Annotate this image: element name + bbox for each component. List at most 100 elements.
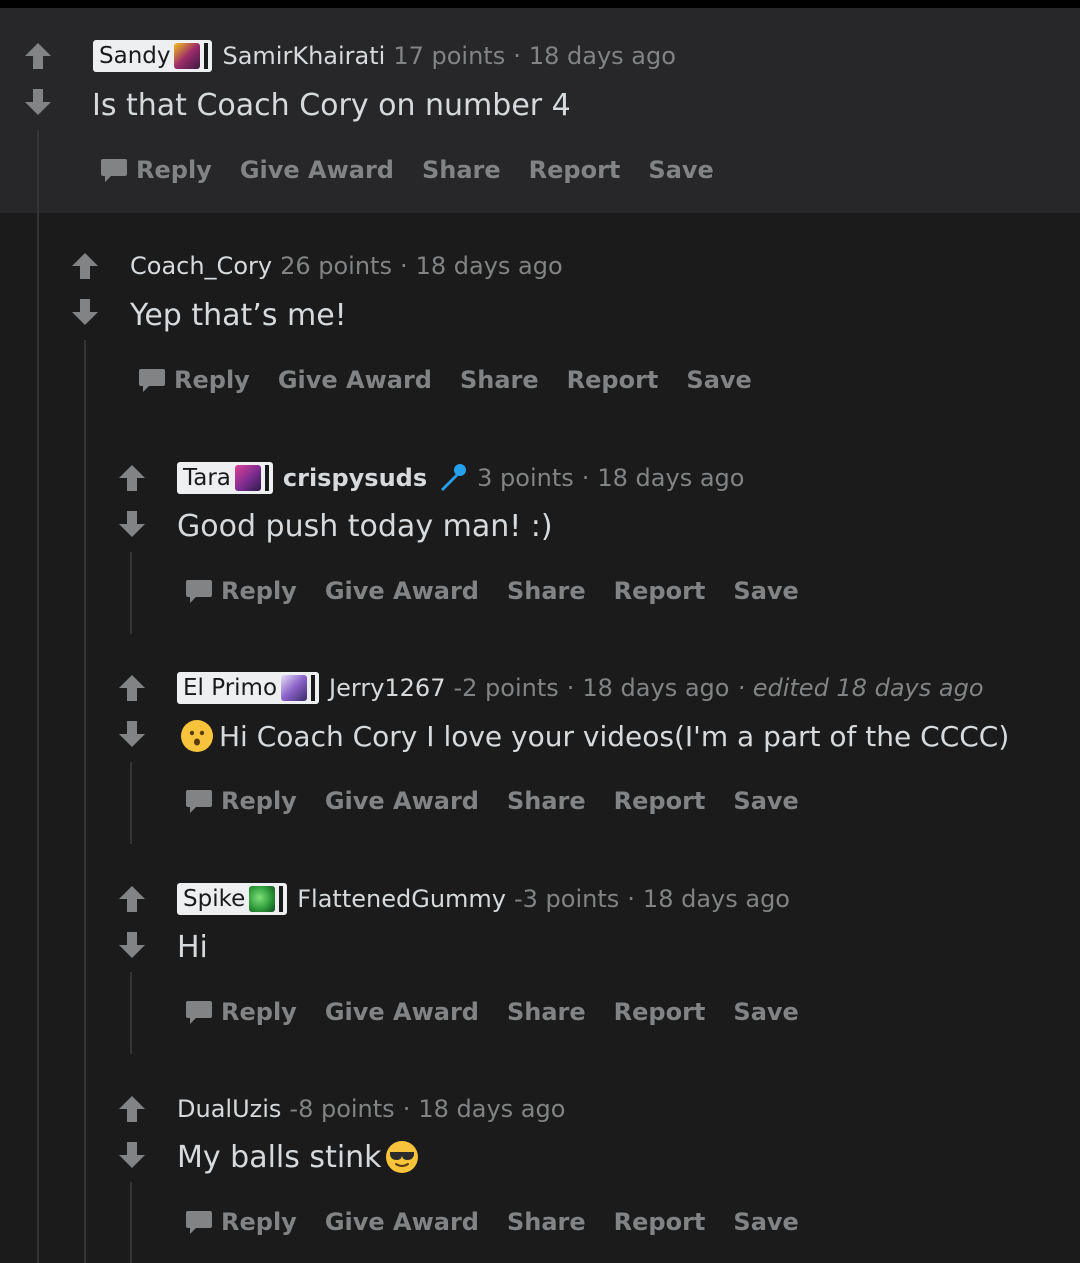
user-flair: El Primo bbox=[177, 672, 320, 704]
reply-button[interactable]: Reply bbox=[185, 577, 297, 605]
comment-text: My balls stink bbox=[177, 1139, 382, 1175]
flair-label: El Primo bbox=[183, 675, 278, 701]
save-button[interactable]: Save bbox=[733, 998, 798, 1026]
give-award-button[interactable]: Give Award bbox=[278, 366, 432, 394]
report-button[interactable]: Report bbox=[614, 998, 706, 1026]
share-button[interactable]: Share bbox=[422, 156, 501, 184]
comment-bubble-icon bbox=[186, 1001, 212, 1024]
comment-text: Hi bbox=[177, 929, 208, 965]
points: -3 points bbox=[514, 885, 620, 913]
microphone-icon bbox=[441, 464, 467, 491]
timestamp[interactable]: 18 days ago bbox=[597, 464, 744, 492]
top-edge bbox=[0, 0, 1080, 8]
comment-actions: Reply Give Award Share Report Save bbox=[185, 1202, 827, 1242]
thread-line-level-2[interactable] bbox=[130, 552, 132, 634]
give-award-button[interactable]: Give Award bbox=[325, 787, 479, 815]
give-award-button[interactable]: Give Award bbox=[325, 998, 479, 1026]
el-primo-avatar-icon bbox=[281, 675, 308, 701]
comment-meta: Tara crispysuds 3 points · 18 days ago bbox=[177, 460, 744, 496]
author-name[interactable]: Jerry1267 bbox=[329, 674, 445, 702]
report-button[interactable]: Report bbox=[614, 1208, 706, 1236]
downvote-icon[interactable] bbox=[22, 86, 54, 118]
upvote-icon[interactable] bbox=[69, 250, 101, 282]
comment-body: Hi bbox=[177, 926, 208, 968]
edited-note: · edited 18 days ago bbox=[737, 674, 984, 702]
points: 17 points bbox=[393, 42, 506, 70]
comment-bubble-icon bbox=[101, 159, 127, 182]
save-button[interactable]: Save bbox=[733, 787, 798, 815]
share-button[interactable]: Share bbox=[507, 787, 586, 815]
reply-button[interactable]: Reply bbox=[185, 998, 297, 1026]
upvote-icon[interactable] bbox=[116, 883, 148, 915]
reply-button[interactable]: Reply bbox=[185, 1208, 297, 1236]
share-button[interactable]: Share bbox=[460, 366, 539, 394]
upvote-icon[interactable] bbox=[116, 1093, 148, 1125]
share-button[interactable]: Share bbox=[507, 998, 586, 1026]
share-button[interactable]: Share bbox=[507, 1208, 586, 1236]
comment-body: My balls stink bbox=[177, 1136, 424, 1178]
reply-label: Reply bbox=[136, 156, 212, 184]
thread-line-level-2[interactable] bbox=[130, 762, 132, 844]
hushed-face-emoji-icon bbox=[181, 720, 213, 752]
comment-actions: Reply Give Award Share Report Save bbox=[138, 360, 780, 400]
flair-label: Spike bbox=[183, 886, 246, 912]
save-button[interactable]: Save bbox=[686, 366, 751, 394]
timestamp[interactable]: 18 days ago bbox=[418, 1095, 565, 1123]
comment-bubble-icon bbox=[186, 1211, 212, 1234]
report-button[interactable]: Report bbox=[614, 577, 706, 605]
thread-line-level-2[interactable] bbox=[130, 972, 132, 1054]
separator: · bbox=[513, 42, 521, 70]
reply-button[interactable]: Reply bbox=[138, 366, 250, 394]
timestamp[interactable]: 18 days ago bbox=[582, 674, 729, 702]
author-name[interactable]: DualUzis bbox=[177, 1095, 281, 1123]
reply-label: Reply bbox=[221, 577, 297, 605]
points: 3 points bbox=[477, 464, 574, 492]
comment-bubble-icon bbox=[186, 790, 212, 813]
author-name[interactable]: crispysuds bbox=[283, 464, 427, 492]
separator: · bbox=[581, 464, 590, 492]
author-name[interactable]: SamirKhairati bbox=[222, 42, 385, 70]
reply-button[interactable]: Reply bbox=[185, 787, 297, 815]
sunglasses-emoji-icon bbox=[385, 1141, 418, 1173]
give-award-button[interactable]: Give Award bbox=[325, 1208, 479, 1236]
upvote-icon[interactable] bbox=[116, 462, 148, 494]
downvote-icon[interactable] bbox=[116, 718, 148, 750]
comment-meta: El Primo Jerry1267 -2 points · 18 days a… bbox=[177, 670, 984, 706]
flair-label: Tara bbox=[183, 465, 231, 491]
downvote-icon[interactable] bbox=[116, 508, 148, 540]
timestamp[interactable]: 18 days ago bbox=[529, 42, 676, 70]
author-name[interactable]: FlattenedGummy bbox=[297, 885, 506, 913]
comment-actions: Reply Give Award Share Report Save bbox=[185, 781, 827, 821]
upvote-icon[interactable] bbox=[116, 672, 148, 704]
save-button[interactable]: Save bbox=[733, 577, 798, 605]
points: -2 points bbox=[453, 674, 559, 702]
author-name[interactable]: Coach_Cory bbox=[130, 252, 272, 280]
thread-line-level-1[interactable] bbox=[84, 340, 86, 1263]
reply-label: Reply bbox=[221, 787, 297, 815]
save-button[interactable]: Save bbox=[733, 1208, 798, 1236]
downvote-icon[interactable] bbox=[69, 296, 101, 328]
thread-line-level-2[interactable] bbox=[130, 1182, 132, 1263]
spike-avatar-icon bbox=[249, 886, 276, 912]
report-button[interactable]: Report bbox=[567, 366, 659, 394]
upvote-icon[interactable] bbox=[22, 40, 54, 72]
downvote-icon[interactable] bbox=[116, 929, 148, 961]
comment-meta: Spike FlattenedGummy -3 points · 18 days… bbox=[177, 881, 790, 917]
report-button[interactable]: Report bbox=[529, 156, 621, 184]
reply-button[interactable]: Reply bbox=[100, 156, 212, 184]
report-button[interactable]: Report bbox=[614, 787, 706, 815]
give-award-button[interactable]: Give Award bbox=[240, 156, 394, 184]
separator: · bbox=[402, 1095, 411, 1123]
comment-text: Good push today man! :) bbox=[177, 508, 553, 544]
reply-label: Reply bbox=[221, 1208, 297, 1236]
thread-line-level-0[interactable] bbox=[37, 130, 39, 1263]
share-button[interactable]: Share bbox=[507, 577, 586, 605]
timestamp[interactable]: 18 days ago bbox=[643, 885, 790, 913]
comment-text: Hi Coach Cory I love your videos(I'm a p… bbox=[219, 719, 1010, 753]
user-flair: Spike bbox=[177, 883, 288, 915]
save-button[interactable]: Save bbox=[648, 156, 713, 184]
give-award-button[interactable]: Give Award bbox=[325, 577, 479, 605]
sandy-avatar-icon bbox=[174, 43, 201, 69]
timestamp[interactable]: 18 days ago bbox=[416, 252, 563, 280]
downvote-icon[interactable] bbox=[116, 1139, 148, 1171]
